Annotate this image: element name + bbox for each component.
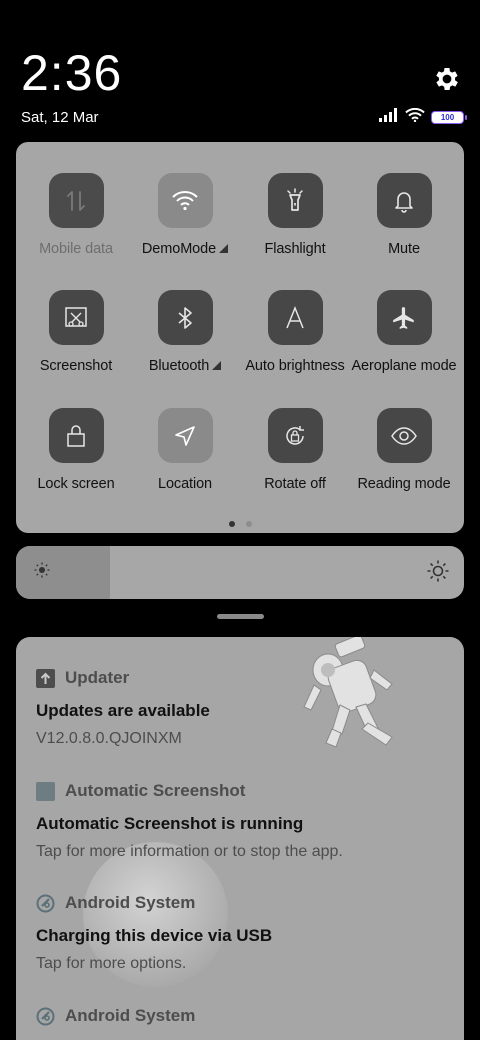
date[interactable]: Sat, 12 Mar: [21, 109, 99, 126]
screenshot-app-icon: [36, 781, 55, 801]
wifi-icon[interactable]: [157, 173, 213, 228]
lock-icon[interactable]: [48, 408, 104, 463]
tile-label: Auto brightness: [245, 358, 345, 374]
notification-title: Updates are available: [36, 701, 210, 720]
android-system-icon: [36, 894, 55, 913]
expand-triangle-icon: [212, 361, 222, 370]
notification-header: Updater: [36, 668, 444, 688]
tile-auto-brightness[interactable]: Auto brightness: [240, 290, 350, 374]
notification-app-name: Automatic Screenshot: [65, 781, 246, 800]
tile-label: Mute: [388, 241, 420, 257]
tile-label: Rotate off: [264, 476, 326, 492]
auto-brightness-icon[interactable]: [267, 290, 323, 345]
page-indicator: [16, 521, 464, 527]
notification-app-name: Android System: [65, 893, 196, 912]
notification-panel: Updater Updates are available V12.0.8.0.…: [16, 637, 464, 1040]
battery-icon: 100: [431, 110, 467, 124]
status-icons: 100: [379, 107, 467, 127]
tile-rotate-off[interactable]: Rotate off: [240, 408, 350, 492]
tile-mobile-data[interactable]: Mobile data: [21, 173, 131, 257]
brightness-high-icon: [427, 560, 449, 587]
tile-label: Bluetooth: [130, 358, 240, 374]
brightness-fill: [16, 546, 111, 599]
notification-android-system-usb[interactable]: Android System Charging this device via …: [36, 893, 444, 973]
brightness-low-icon: [34, 562, 50, 583]
notification-updater[interactable]: Updater Updates are available V12.0.8.0.…: [36, 668, 444, 748]
bell-icon[interactable]: [376, 173, 432, 228]
tile-demomode[interactable]: DemoMode: [130, 173, 240, 257]
wifi-icon: [405, 107, 425, 127]
tile-label: Reading mode: [357, 476, 451, 492]
notification-text: Tap for more information or to stop the …: [36, 843, 343, 860]
rotate-lock-icon[interactable]: [267, 408, 323, 463]
notification-text: Tap for more options.: [36, 955, 187, 972]
tile-flashlight[interactable]: Flashlight: [240, 173, 350, 257]
tile-aeroplane-mode[interactable]: Aeroplane mode: [349, 290, 459, 374]
page-dot-active: [228, 521, 235, 527]
tile-label: Flashlight: [264, 241, 326, 257]
notification-automatic-screenshot[interactable]: Automatic Screenshot Automatic Screensho…: [36, 781, 444, 861]
airplane-icon[interactable]: [376, 290, 432, 345]
notification-header: Automatic Screenshot: [36, 781, 444, 801]
notification-header: Android System: [36, 893, 444, 913]
notification-app-name: Updater: [65, 668, 130, 687]
notification-android-system[interactable]: Android System: [36, 1006, 444, 1026]
bluetooth-icon[interactable]: [157, 290, 213, 345]
tile-label-text: DemoMode: [141, 241, 217, 257]
tile-mute[interactable]: Mute: [349, 173, 459, 257]
location-icon[interactable]: [157, 408, 213, 463]
tile-label-text: Bluetooth: [148, 358, 210, 374]
notification-title: Automatic Screenshot is running: [36, 814, 304, 833]
quick-settings-panel: Mobile data DemoMode Flashlight Mute Scr…: [16, 142, 464, 533]
expand-triangle-icon: [219, 244, 229, 253]
battery-level: 100: [440, 112, 455, 122]
flashlight-icon[interactable]: [267, 173, 323, 228]
brightness-slider[interactable]: [16, 546, 464, 599]
tile-label: Screenshot: [39, 358, 113, 374]
updater-icon: [36, 668, 55, 688]
tile-label: Lock screen: [37, 476, 115, 492]
tile-label: Aeroplane mode: [351, 358, 457, 374]
eye-icon[interactable]: [376, 408, 432, 463]
tile-label: DemoMode: [130, 241, 240, 257]
tile-location[interactable]: Location: [130, 408, 240, 492]
notification-app-name: Android System: [65, 1006, 196, 1025]
clock[interactable]: 2:36: [21, 48, 122, 98]
screenshot-icon[interactable]: [48, 290, 104, 345]
tile-screenshot[interactable]: Screenshot: [21, 290, 131, 374]
tile-bluetooth[interactable]: Bluetooth: [130, 290, 240, 374]
notification-header: Android System: [36, 1006, 444, 1026]
tile-reading-mode[interactable]: Reading mode: [349, 408, 459, 492]
page-dot[interactable]: [245, 521, 252, 527]
notification-text: V12.0.8.0.QJOINXM: [36, 730, 182, 747]
panel-drag-handle[interactable]: [217, 614, 264, 619]
signal-icon: [379, 107, 399, 127]
android-system-icon: [36, 1007, 55, 1026]
tile-lock-screen[interactable]: Lock screen: [21, 408, 131, 492]
mobile-data-icon[interactable]: [48, 173, 104, 228]
gear-icon[interactable]: [432, 64, 462, 94]
tile-label: Mobile data: [39, 241, 113, 257]
tile-label: Location: [157, 476, 213, 492]
notification-title: Charging this device via USB: [36, 926, 273, 945]
